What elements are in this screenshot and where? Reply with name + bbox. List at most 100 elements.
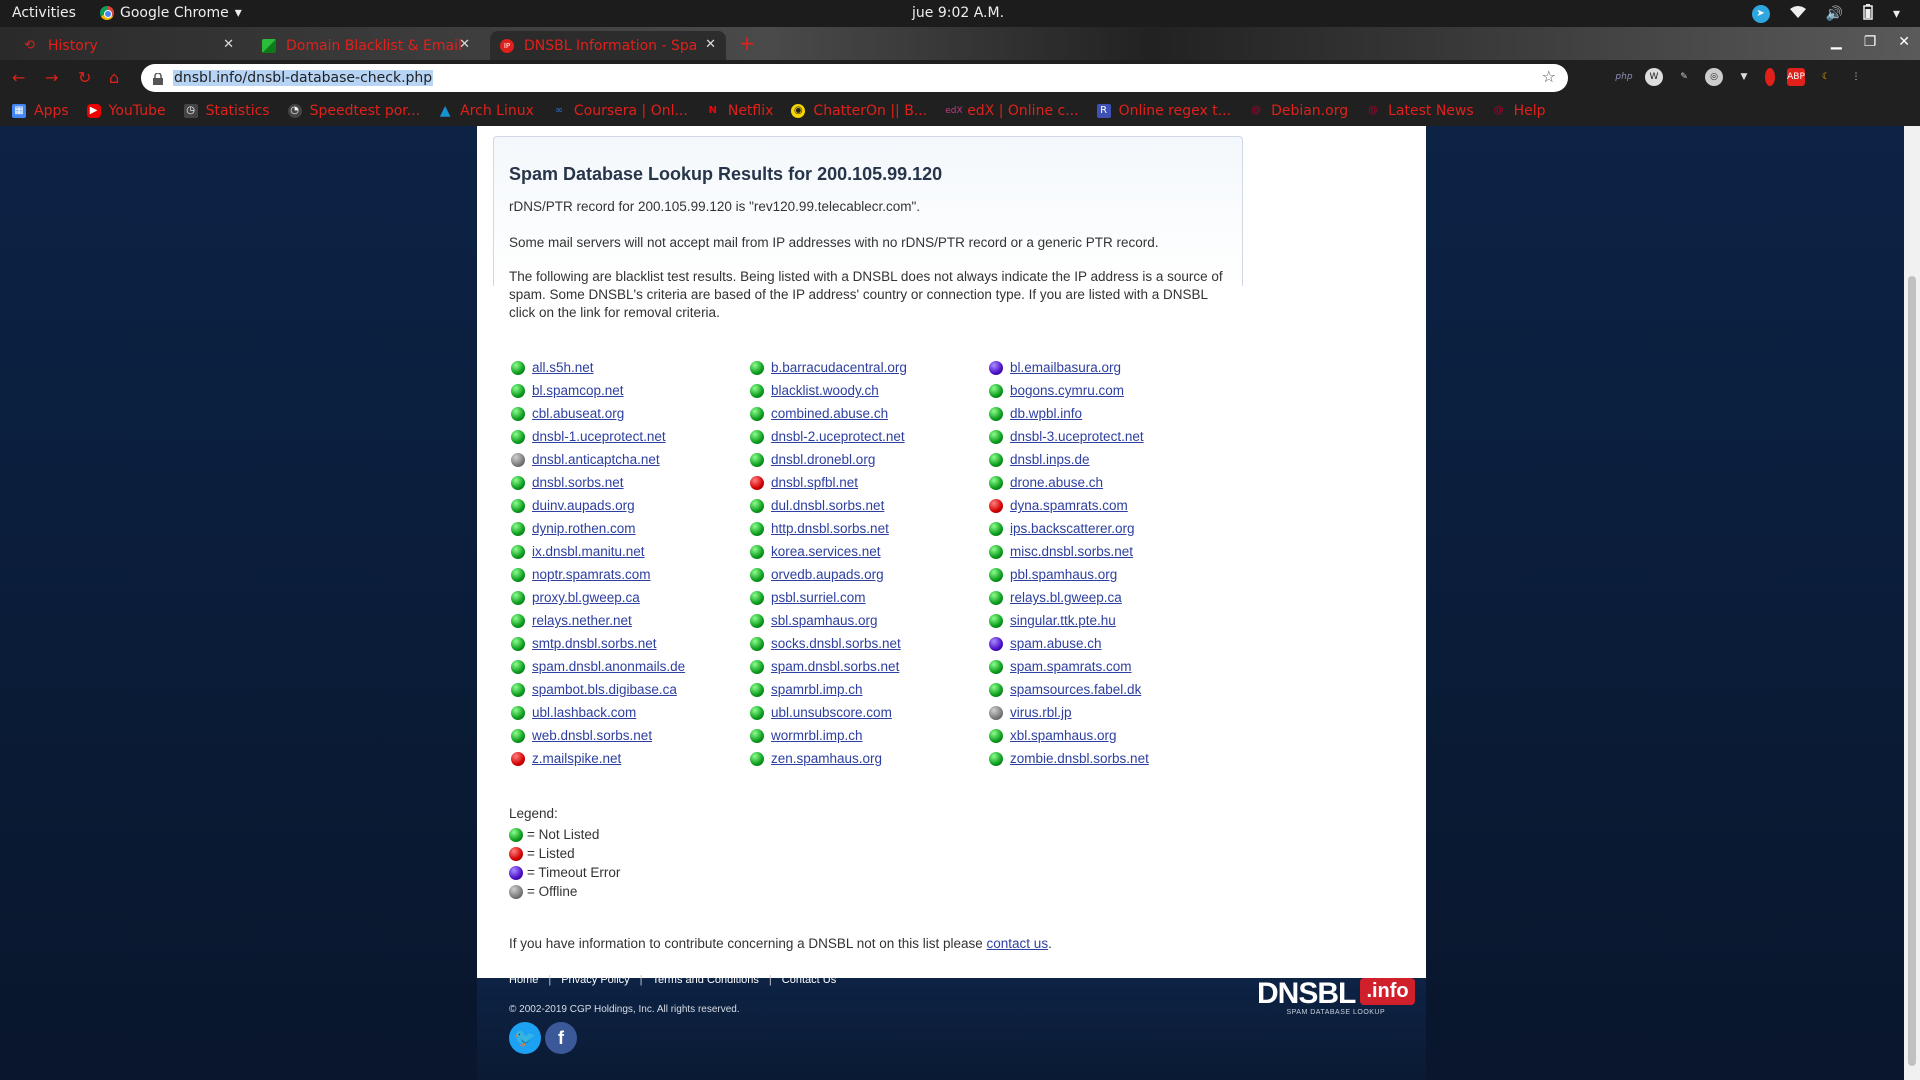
adblock-icon[interactable]: ABP <box>1787 68 1805 86</box>
extension-circle-icon[interactable]: ◎ <box>1705 68 1723 86</box>
forward-arrow-icon[interactable]: → <box>45 68 58 87</box>
bookmark-apps[interactable]: ▦ Apps <box>12 103 69 119</box>
bookmark-star-icon[interactable]: ☆ <box>1542 67 1556 86</box>
dnsbl-link[interactable]: ix.dnsbl.manitu.net <box>532 544 645 559</box>
dnsbl-link[interactable]: blacklist.woody.ch <box>771 383 879 398</box>
dnsbl-link[interactable]: socks.dnsbl.sorbs.net <box>771 636 901 651</box>
dnsbl-link[interactable]: relays.bl.gweep.ca <box>1010 590 1122 605</box>
dnsbl-link[interactable]: proxy.bl.gweep.ca <box>532 590 640 605</box>
bookmark-statistics[interactable]: ◷ Statistics <box>183 103 270 119</box>
scrollbar-thumb[interactable] <box>1908 276 1916 1066</box>
vue-extension-icon[interactable]: ▼ <box>1735 68 1753 86</box>
power-menu-chevron-icon[interactable]: ▾ <box>1893 6 1900 22</box>
close-icon[interactable]: ✕ <box>705 37 716 52</box>
dnsbl-link[interactable]: web.dnsbl.sorbs.net <box>532 728 652 743</box>
battery-icon[interactable] <box>1863 4 1873 24</box>
page-scrollbar[interactable] <box>1904 126 1920 1080</box>
dnsbl-link[interactable]: spambot.bls.digibase.ca <box>532 682 677 697</box>
dnsbl-link[interactable]: combined.abuse.ch <box>771 406 888 421</box>
dnsbl-link[interactable]: ips.backscatterer.org <box>1010 521 1135 536</box>
footer-link-terms[interactable]: Terms and Conditions <box>653 974 759 986</box>
volume-icon[interactable]: 🔊 <box>1826 6 1843 22</box>
bookmark-debian[interactable]: @ Debian.org <box>1249 103 1348 119</box>
dnsbl-link[interactable]: ubl.unsubscore.com <box>771 705 892 720</box>
dnsbl-link[interactable]: noptr.spamrats.com <box>532 567 651 582</box>
dnsbl-link[interactable]: dnsbl.inps.de <box>1010 452 1090 467</box>
footer-link-contact[interactable]: Contact Us <box>782 974 836 986</box>
dnsbl-link[interactable]: virus.rbl.jp <box>1010 705 1072 720</box>
bookmark-help[interactable]: @ Help <box>1492 103 1546 119</box>
dnsbl-link[interactable]: wormrbl.imp.ch <box>771 728 863 743</box>
url-text[interactable]: dnsbl.info/dnsbl-database-check.php <box>173 70 434 86</box>
bookmark-speedtest[interactable]: ◔ Speedtest por... <box>287 103 420 119</box>
activities-button[interactable]: Activities <box>12 5 76 21</box>
bookmark-youtube[interactable]: ▶ YouTube <box>86 103 166 119</box>
dnsbl-link[interactable]: spam.abuse.ch <box>1010 636 1102 651</box>
dnsbl-link[interactable]: singular.ttk.pte.hu <box>1010 613 1116 628</box>
dnsbl-link[interactable]: misc.dnsbl.sorbs.net <box>1010 544 1133 559</box>
dnsbl-link[interactable]: dnsbl-3.uceprotect.net <box>1010 429 1144 444</box>
dnsbl-link[interactable]: cbl.abuseat.org <box>532 406 624 421</box>
dnsbl-link[interactable]: zombie.dnsbl.sorbs.net <box>1010 751 1149 766</box>
dnsbl-link[interactable]: zen.spamhaus.org <box>771 751 882 766</box>
address-bar[interactable]: dnsbl.info/dnsbl-database-check.php ☆ <box>141 64 1568 92</box>
close-icon[interactable]: ✕ <box>223 37 234 52</box>
dnsbl-link[interactable]: bogons.cymru.com <box>1010 383 1124 398</box>
color-picker-icon[interactable]: ✎ <box>1675 68 1693 86</box>
maximize-icon[interactable]: ❐ <box>1864 34 1877 50</box>
dnsbl-link[interactable]: sbl.spamhaus.org <box>771 613 878 628</box>
dnsbl-link[interactable]: spamrbl.imp.ch <box>771 682 863 697</box>
tab-domain-blacklist[interactable]: Domain Blacklist & Email ✕ <box>252 31 480 60</box>
telegram-icon[interactable]: ➤ <box>1751 5 1770 23</box>
dnsbl-link[interactable]: duinv.aupads.org <box>532 498 635 513</box>
dnsbl-link[interactable]: b.barracudacentral.org <box>771 360 907 375</box>
back-arrow-icon[interactable]: ← <box>12 68 25 87</box>
dnsbl-link[interactable]: psbl.surriel.com <box>771 590 866 605</box>
minimize-icon[interactable]: ▁ <box>1831 34 1842 50</box>
home-icon[interactable]: ⌂ <box>109 68 119 87</box>
bookmark-regex[interactable]: R Online regex t... <box>1096 103 1231 119</box>
extension-moon-icon[interactable]: ☾ <box>1817 68 1835 86</box>
dnsbl-logo[interactable]: DNSBL .info SPAM DATABASE LOOKUP <box>1257 977 1415 1016</box>
dnsbl-link[interactable]: spamsources.fabel.dk <box>1010 682 1141 697</box>
dnsbl-link[interactable]: dul.dnsbl.sorbs.net <box>771 498 884 513</box>
close-window-icon[interactable]: ✕ <box>1898 34 1910 50</box>
footer-link-home[interactable]: Home <box>509 974 538 986</box>
dnsbl-link[interactable]: smtp.dnsbl.sorbs.net <box>532 636 657 651</box>
bookmark-coursera[interactable]: ∞ Coursera | Onl... <box>552 103 688 119</box>
app-menu[interactable]: Google Chrome ▾ <box>100 5 242 21</box>
clock[interactable]: jue 9:02 A.M. <box>912 5 1004 21</box>
dnsbl-link[interactable]: dnsbl-1.uceprotect.net <box>532 429 666 444</box>
extension-red-icon[interactable] <box>1765 68 1775 86</box>
dnsbl-link[interactable]: drone.abuse.ch <box>1010 475 1103 490</box>
wifi-icon[interactable] <box>1789 5 1806 23</box>
dnsbl-link[interactable]: dynip.rothen.com <box>532 521 636 536</box>
system-tray[interactable]: ➤ 🔊 ▾ <box>1751 4 1900 24</box>
dnsbl-link[interactable]: bl.spamcop.net <box>532 383 624 398</box>
dnsbl-link[interactable]: dnsbl.sorbs.net <box>532 475 624 490</box>
bookmark-netflix[interactable]: N Netflix <box>706 103 774 119</box>
dnsbl-link[interactable]: dnsbl-2.uceprotect.net <box>771 429 905 444</box>
twitter-icon[interactable]: 🐦 <box>509 1022 541 1054</box>
dnsbl-link[interactable]: bl.emailbasura.org <box>1010 360 1121 375</box>
bookmark-latest-news[interactable]: @ Latest News <box>1366 103 1474 119</box>
php-extension-icon[interactable]: php <box>1615 68 1633 86</box>
dnsbl-link[interactable]: spam.dnsbl.anonmails.de <box>532 659 685 674</box>
bookmark-arch-linux[interactable]: ▲ Arch Linux <box>438 103 534 119</box>
wordpress-extension-icon[interactable]: W <box>1645 68 1663 86</box>
dnsbl-link[interactable]: dyna.spamrats.com <box>1010 498 1128 513</box>
dnsbl-link[interactable]: xbl.spamhaus.org <box>1010 728 1117 743</box>
bookmark-edx[interactable]: edX edX | Online c... <box>945 103 1078 119</box>
bookmark-chatteron[interactable]: ◉ ChatterOn || B... <box>791 103 927 119</box>
dnsbl-link[interactable]: z.mailspike.net <box>532 751 621 766</box>
dnsbl-link[interactable]: orvedb.aupads.org <box>771 567 884 582</box>
dnsbl-link[interactable]: relays.nether.net <box>532 613 632 628</box>
reload-icon[interactable]: ↻ <box>78 68 91 87</box>
lock-icon[interactable] <box>153 70 163 85</box>
dnsbl-link[interactable]: dnsbl.anticaptcha.net <box>532 452 660 467</box>
footer-link-privacy[interactable]: Privacy Policy <box>561 974 629 986</box>
menu-dots-icon[interactable]: ⋮ <box>1847 68 1865 86</box>
dnsbl-link[interactable]: all.s5h.net <box>532 360 594 375</box>
dnsbl-link[interactable]: spam.dnsbl.sorbs.net <box>771 659 899 674</box>
tab-history[interactable]: ⟲ History ✕ <box>14 31 244 60</box>
